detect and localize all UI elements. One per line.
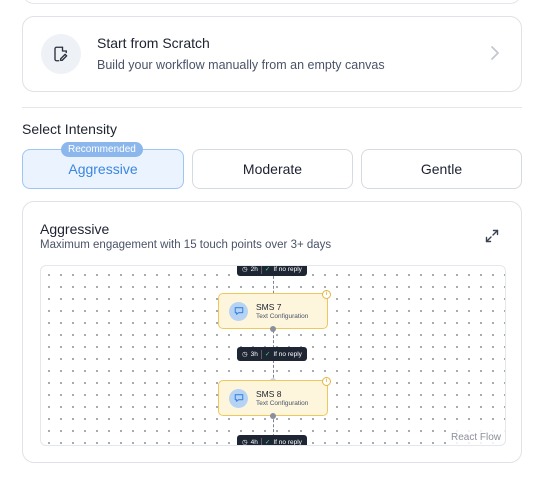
select-intensity-label: Select Intensity — [22, 121, 117, 137]
delay-condition: If no reply — [273, 350, 302, 358]
intensity-gentle-button[interactable]: Gentle — [361, 149, 522, 189]
check-circle-icon: ✓ — [264, 351, 271, 358]
delay-time: 4h — [250, 438, 258, 446]
sms-title: SMS 7 — [256, 301, 282, 312]
clock-icon: ◷ — [242, 351, 248, 358]
expand-icon[interactable] — [484, 228, 500, 249]
sms-node[interactable]: SMS 7 Text Configuration i — [218, 290, 331, 329]
scratch-subtitle: Build your workflow manually from an emp… — [97, 58, 385, 72]
intensity-detail-card: Aggressive Maximum engagement with 15 to… — [22, 201, 522, 463]
sms-subtitle: Text Configuration — [256, 399, 309, 407]
info-icon[interactable]: i — [322, 290, 331, 299]
check-circle-icon: ✓ — [264, 266, 271, 273]
pill-separator — [260, 266, 262, 274]
previous-template-card[interactable] — [22, 0, 522, 4]
section-divider — [22, 107, 522, 108]
message-icon — [229, 388, 248, 408]
pill-separator — [260, 437, 262, 445]
sms-subtitle: Text Configuration — [256, 312, 309, 320]
start-from-scratch-card[interactable]: Start from Scratch Build your workflow m… — [22, 16, 522, 92]
sms-title: SMS 8 — [256, 388, 282, 399]
delay-pill[interactable]: ◷ 4h ✓ If no reply — [237, 435, 307, 446]
file-edit-icon — [41, 34, 81, 74]
delay-condition: If no reply — [273, 438, 302, 446]
workflow-canvas[interactable]: ◷ 2h ✓ If no reply SMS 7 Text Configurat… — [40, 265, 506, 446]
sms-node[interactable]: SMS 8 Text Configuration i — [218, 377, 331, 416]
node-handle[interactable] — [270, 326, 276, 332]
clock-icon: ◷ — [242, 266, 248, 273]
delay-pill[interactable]: ◷ 3h ✓ If no reply — [237, 347, 307, 361]
delay-time: 2h — [250, 265, 258, 273]
intensity-moderate-button[interactable]: Moderate — [192, 149, 353, 189]
react-flow-attribution[interactable]: React Flow — [446, 430, 505, 445]
pill-separator — [260, 349, 262, 359]
check-circle-icon: ✓ — [264, 439, 271, 446]
detail-title: Aggressive — [40, 221, 110, 237]
clock-icon: ◷ — [242, 439, 248, 446]
delay-condition: If no reply — [273, 265, 302, 273]
delay-pill[interactable]: ◷ 2h ✓ If no reply — [237, 265, 307, 276]
scratch-title: Start from Scratch — [97, 35, 210, 51]
detail-description: Maximum engagement with 15 touch points … — [40, 239, 332, 251]
info-icon[interactable]: i — [322, 377, 331, 386]
chevron-right-icon — [489, 45, 501, 66]
delay-time: 3h — [250, 350, 258, 358]
message-icon — [229, 301, 248, 321]
recommended-badge: Recommended — [61, 142, 143, 157]
node-handle[interactable] — [270, 413, 276, 419]
